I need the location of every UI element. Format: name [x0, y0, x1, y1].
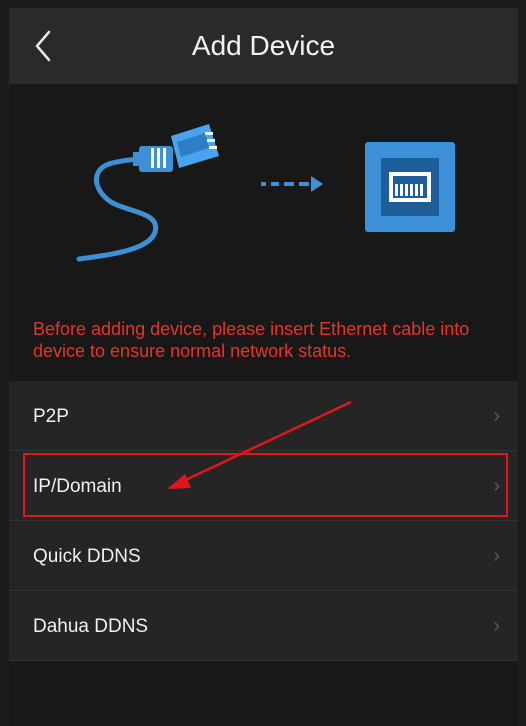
connection-illustration [9, 84, 518, 314]
ethernet-cable-icon [76, 124, 219, 262]
chevron-right-icon: › [493, 405, 500, 427]
option-label: Quick DDNS [33, 546, 141, 567]
header-bar: Add Device [9, 8, 518, 84]
chevron-right-icon: › [493, 545, 500, 567]
ethernet-port-icon [365, 142, 455, 232]
option-ip-domain[interactable]: IP/Domain › [9, 451, 518, 521]
page-title: Add Device [191, 30, 336, 61]
option-label: P2P [33, 406, 69, 427]
option-dahua-ddns[interactable]: Dahua DDNS › [9, 591, 518, 661]
chevron-right-icon: › [493, 615, 500, 637]
dashed-arrow-right-icon [261, 176, 323, 192]
add-method-list: P2P › IP/Domain › Quick DDNS › Dahua DDN… [9, 381, 518, 661]
option-label: Dahua DDNS [33, 616, 149, 637]
option-quick-ddns[interactable]: Quick DDNS › [9, 521, 518, 591]
ethernet-notice: Before adding device, please insert Ethe… [33, 319, 470, 361]
option-p2p[interactable]: P2P › [9, 381, 518, 451]
chevron-right-icon: › [493, 475, 500, 497]
option-label: IP/Domain [33, 476, 122, 497]
app-screen: Add Device Before adding device, please … [9, 8, 518, 726]
